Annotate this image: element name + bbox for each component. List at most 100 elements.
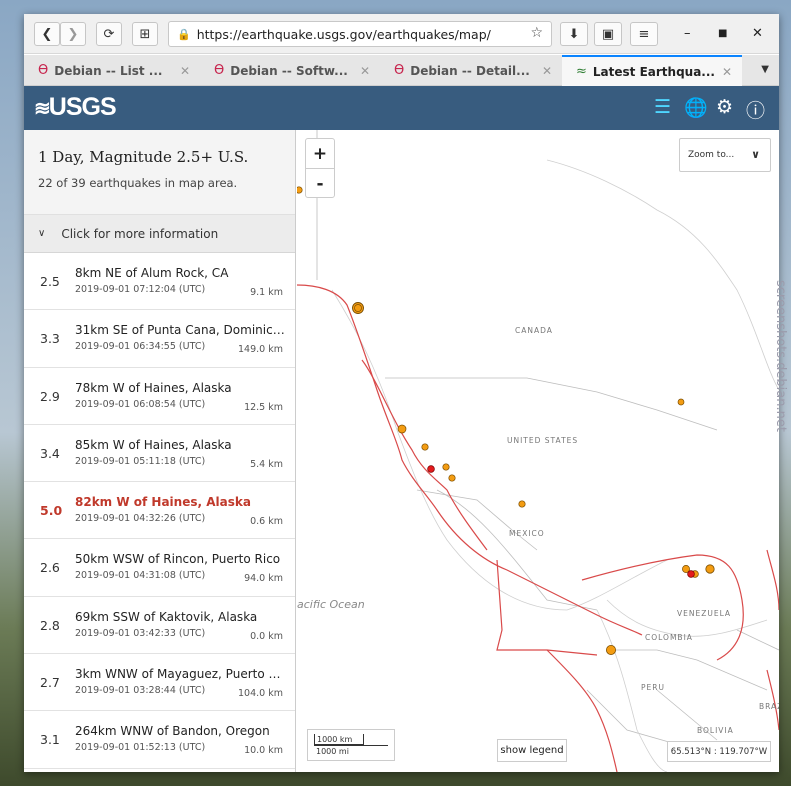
eq-place: 3km WNW of Mayaguez, Puerto Rico: [75, 667, 285, 682]
star-icon[interactable]: ☆: [530, 25, 543, 41]
show-legend-button[interactable]: show legend: [497, 739, 567, 762]
eq-depth: 12.5 km: [244, 401, 283, 413]
quake-marker-recent[interactable]: [687, 570, 695, 578]
gear-icon[interactable]: ⚙: [716, 96, 733, 118]
usgs-logo[interactable]: ≋USGS: [34, 93, 117, 122]
watermark: screenshots.debian.net: [773, 280, 788, 432]
menu-button[interactable]: ≡: [630, 22, 658, 46]
more-info-label: Click for more information: [61, 226, 219, 241]
label-pacific-ocean: acific Ocean: [297, 598, 365, 611]
zoom-in-button[interactable]: +: [306, 139, 334, 169]
chevron-down-icon: ∨: [38, 228, 46, 239]
quake-marker[interactable]: [518, 500, 526, 508]
eq-magnitude: 3.3: [40, 331, 60, 347]
earthquake-item[interactable]: 2.7 3km WNW of Mayaguez, Puerto Rico 201…: [24, 654, 295, 712]
tab-label: Debian -- Softw...: [230, 63, 348, 78]
scale-km: 1000 km: [314, 734, 364, 745]
tab-list-icon[interactable]: ▼: [761, 64, 769, 75]
earthquake-item[interactable]: 2.6 50km WSW of Rincon, Puerto Rico 2019…: [24, 539, 295, 597]
close-tab-icon[interactable]: ✕: [360, 64, 370, 78]
eq-depth: 104.0 km: [238, 688, 283, 700]
zoom-control: + -: [305, 138, 335, 198]
library-button[interactable]: ▣: [594, 22, 622, 46]
tab-debian-software[interactable]: ϴ Debian -- Softw... ✕: [200, 55, 380, 86]
eq-place: 85km W of Haines, Alaska: [75, 437, 232, 452]
eq-time: 2019-09-01 04:31:08 (UTC): [75, 570, 206, 582]
debian-swirl-icon: ϴ: [394, 63, 405, 78]
close-tab-icon[interactable]: ✕: [722, 65, 732, 79]
chevron-down-icon: ∨: [751, 148, 760, 161]
coastlines: [331, 159, 779, 772]
earthquake-item-significant[interactable]: 5.0 82km W of Haines, Alaska 2019-09-01 …: [24, 482, 295, 540]
download-button[interactable]: ⬇: [560, 22, 588, 46]
quake-marker[interactable]: [397, 424, 407, 434]
tab-label: Debian -- Detail...: [410, 63, 530, 78]
minimize-icon[interactable]: –: [684, 26, 691, 41]
more-info-toggle[interactable]: ∨ Click for more information: [24, 215, 295, 253]
help-icon[interactable]: ⓘ: [746, 96, 765, 123]
eq-time: 2019-09-01 07:12:04 (UTC): [75, 284, 206, 295]
quake-marker[interactable]: [297, 186, 303, 194]
eq-place: 82km W of Haines, Alaska: [75, 495, 251, 510]
hamburger-icon: ≡: [638, 26, 650, 42]
eq-place: 78km W of Haines, Alaska: [75, 380, 232, 395]
earthquake-item[interactable]: 3.3 31km SE of Punta Cana, Dominican Rep…: [24, 310, 295, 368]
archive-icon: ▣: [601, 26, 615, 42]
quake-marker[interactable]: [421, 443, 429, 451]
eq-magnitude: 2.5: [40, 274, 60, 289]
quake-marker[interactable]: [677, 398, 685, 406]
chevron-left-icon: ❮: [41, 26, 53, 42]
eq-depth: 0.0 km: [250, 630, 283, 642]
plus-box-icon: ⊞: [139, 26, 151, 42]
forward-button[interactable]: ❯: [60, 22, 86, 46]
earthquake-item[interactable]: 3.1 264km WNW of Bandon, Oregon 2019-09-…: [24, 711, 295, 769]
reload-button[interactable]: ⟳: [96, 22, 122, 46]
zoom-to-dropdown[interactable]: Zoom to... ∨: [679, 138, 771, 172]
quake-markers[interactable]: [297, 186, 715, 656]
list-header: 1 Day, Magnitude 2.5+ U.S. 22 of 39 eart…: [24, 130, 295, 215]
globe-icon[interactable]: 🌐: [684, 96, 708, 119]
eq-time: 2019-09-01 06:08:54 (UTC): [75, 398, 206, 410]
earthquake-list-panel: 1 Day, Magnitude 2.5+ U.S. 22 of 39 eart…: [24, 130, 296, 772]
earthquake-item[interactable]: 2.9 78km W of Haines, Alaska 2019-09-01 …: [24, 368, 295, 425]
tab-debian-details[interactable]: ϴ Debian -- Detail... ✕: [380, 55, 562, 86]
zoom-out-button[interactable]: -: [306, 169, 334, 199]
close-tab-icon[interactable]: ✕: [180, 64, 190, 78]
coordinates-readout: 65.513°N : 119.707°W: [667, 741, 771, 762]
eq-depth: 0.6 km: [250, 516, 283, 528]
label-mexico: MEXICO: [509, 529, 545, 538]
browser-toolbar: ❮ ❯ ⟳ ⊞ 🔒 https://earthquake.usgs.gov/ea…: [24, 14, 779, 54]
earthquake-item[interactable]: 2.8 69km SSW of Kaktovik, Alaska 2019-09…: [24, 597, 295, 655]
eq-place: 69km SSW of Kaktovik, Alaska: [75, 609, 258, 624]
usgs-waves-icon: ≋: [34, 98, 51, 120]
map-canvas: [297, 130, 779, 772]
quake-marker-recent[interactable]: [427, 465, 435, 473]
eq-time: 2019-09-01 05:11:18 (UTC): [75, 455, 206, 467]
new-tab-button[interactable]: ⊞: [132, 22, 158, 46]
back-button[interactable]: ❮: [34, 22, 60, 46]
earthquake-item[interactable]: 3.4 85km W of Haines, Alaska 2019-09-01 …: [24, 425, 295, 483]
quake-marker[interactable]: [354, 304, 362, 312]
earthquake-map[interactable]: CANADA UNITED STATES MEXICO VENEZUELA CO…: [297, 130, 779, 772]
earthquake-item[interactable]: 2.5 8km NE of Alum Rock, CA 2019-09-01 0…: [24, 253, 295, 311]
eq-magnitude: 2.7: [40, 675, 60, 691]
eq-depth: 9.1 km: [250, 287, 283, 298]
eq-depth: 10.0 km: [244, 745, 283, 757]
quake-marker[interactable]: [705, 564, 715, 574]
maximize-icon[interactable]: ■: [718, 28, 727, 39]
quake-marker[interactable]: [448, 474, 456, 482]
debian-swirl-icon: ϴ: [38, 63, 49, 78]
quake-marker[interactable]: [605, 645, 616, 656]
eq-place: 8km NE of Alum Rock, CA: [75, 266, 229, 280]
tab-latest-earthquakes[interactable]: ≈ Latest Earthqua... ✕: [562, 55, 742, 86]
close-tab-icon[interactable]: ✕: [542, 64, 552, 78]
close-icon[interactable]: ✕: [752, 26, 763, 41]
earthquake-count: 22 of 39 earthquakes in map area.: [38, 176, 238, 190]
chevron-right-icon: ❯: [67, 26, 79, 42]
label-peru: PERU: [641, 683, 665, 692]
quake-marker[interactable]: [442, 463, 450, 471]
url-bar[interactable]: 🔒 https://earthquake.usgs.gov/earthquake…: [168, 21, 552, 47]
list-icon[interactable]: ☰: [654, 96, 671, 118]
eq-magnitude: 3.4: [40, 445, 60, 461]
tab-debian-list[interactable]: ϴ Debian -- List ... ✕: [24, 55, 200, 86]
